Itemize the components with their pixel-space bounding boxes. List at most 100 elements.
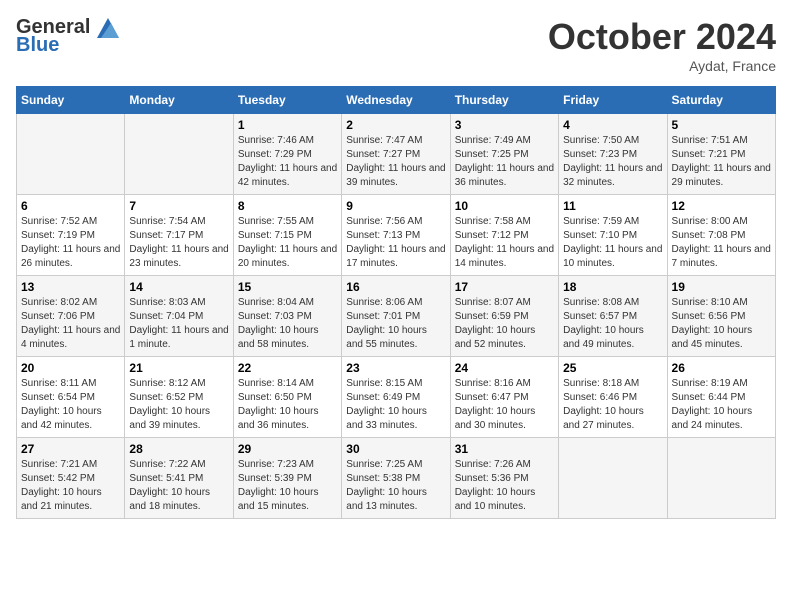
day-number: 15: [238, 280, 337, 294]
calendar-day-cell: 23 Sunrise: 8:15 AMSunset: 6:49 PMDayligh…: [342, 357, 450, 438]
day-number: 17: [455, 280, 554, 294]
calendar-day-cell: 26 Sunrise: 8:19 AMSunset: 6:44 PMDayligh…: [667, 357, 775, 438]
day-number: 2: [346, 118, 445, 132]
day-info: Sunrise: 8:04 AMSunset: 7:03 PMDaylight:…: [238, 296, 337, 352]
calendar-day-cell: 29Sunrise: 7:23 AMSunset: 5:39 PMDayligh…: [233, 438, 341, 519]
day-number: 1: [238, 118, 337, 132]
day-number: 7: [129, 199, 228, 213]
day-number: 18: [563, 280, 662, 294]
day-info: Sunrise: 8:15 AMSunset: 6:49 PMDaylight:…: [346, 377, 445, 433]
calendar-day-cell: 21Sunrise: 8:12 AMSunset: 6:52 PMDayligh…: [125, 357, 233, 438]
day-info: Sunrise: 7:58 AMSunset: 7:12 PMDaylight:…: [455, 215, 554, 271]
calendar-day-cell: 28Sunrise: 7:22 AMSunset: 5:41 PMDayligh…: [125, 438, 233, 519]
day-info: Sunrise: 8:02 AMSunset: 7:06 PMDaylight:…: [21, 296, 120, 352]
day-number: 21: [129, 361, 228, 375]
day-number: 20: [21, 361, 120, 375]
day-number: 19: [672, 280, 771, 294]
day-number: 31: [455, 442, 554, 456]
day-of-week-header: Monday: [125, 87, 233, 114]
calendar-day-cell: 7Sunrise: 7:54 AMSunset: 7:17 PMDaylight…: [125, 195, 233, 276]
day-of-week-header: Sunday: [17, 87, 125, 114]
day-number: 23: [346, 361, 445, 375]
day-of-week-header: Saturday: [667, 87, 775, 114]
calendar-day-cell: 3Sunrise: 7:49 AMSunset: 7:25 PMDaylight…: [450, 114, 558, 195]
day-number: 10: [455, 199, 554, 213]
calendar-day-cell: 17 Sunrise: 8:07 AMSunset: 6:59 PMDayligh…: [450, 276, 558, 357]
calendar-day-cell: 1 Sunrise: 7:46 AMSunset: 7:29 PMDaylight…: [233, 114, 341, 195]
calendar-day-cell: 12Sunrise: 8:00 AMSunset: 7:08 PMDayligh…: [667, 195, 775, 276]
calendar-day-cell: 11Sunrise: 7:59 AMSunset: 7:10 PMDayligh…: [559, 195, 667, 276]
calendar-day-cell: [559, 438, 667, 519]
calendar-week-row: 6 Sunrise: 7:52 AMSunset: 7:19 PMDaylight…: [17, 195, 776, 276]
day-info: Sunrise: 7:51 AMSunset: 7:21 PMDaylight:…: [672, 134, 771, 190]
day-number: 14: [129, 280, 228, 294]
day-of-week-header: Wednesday: [342, 87, 450, 114]
title-area: October 2024 Aydat, France: [548, 16, 776, 74]
calendar-day-cell: 27 Sunrise: 7:21 AMSunset: 5:42 PMDayligh…: [17, 438, 125, 519]
day-info: Sunrise: 7:21 AMSunset: 5:42 PMDaylight:…: [21, 458, 120, 514]
calendar-day-cell: 15 Sunrise: 8:04 AMSunset: 7:03 PMDayligh…: [233, 276, 341, 357]
calendar-day-cell: 4 Sunrise: 7:50 AMSunset: 7:23 PMDaylight…: [559, 114, 667, 195]
calendar-day-cell: 25 Sunrise: 8:18 AMSunset: 6:46 PMDayligh…: [559, 357, 667, 438]
logo: General Blue: [16, 16, 119, 57]
day-info: Sunrise: 8:03 AMSunset: 7:04 PMDaylight:…: [129, 296, 228, 352]
calendar-day-cell: 24Sunrise: 8:16 AMSunset: 6:47 PMDayligh…: [450, 357, 558, 438]
calendar-day-cell: 9 Sunrise: 7:56 AMSunset: 7:13 PMDaylight…: [342, 195, 450, 276]
calendar-day-cell: 22 Sunrise: 8:14 AMSunset: 6:50 PMDayligh…: [233, 357, 341, 438]
day-of-week-header: Friday: [559, 87, 667, 114]
day-info: Sunrise: 8:19 AMSunset: 6:44 PMDaylight:…: [672, 377, 771, 433]
calendar-day-cell: 31 Sunrise: 7:26 AMSunset: 5:36 PMDayligh…: [450, 438, 558, 519]
calendar-day-cell: 19Sunrise: 8:10 AMSunset: 6:56 PMDayligh…: [667, 276, 775, 357]
day-info: Sunrise: 8:08 AMSunset: 6:57 PMDaylight:…: [563, 296, 662, 352]
calendar-day-cell: 16 Sunrise: 8:06 AMSunset: 7:01 PMDayligh…: [342, 276, 450, 357]
calendar-day-cell: 6 Sunrise: 7:52 AMSunset: 7:19 PMDaylight…: [17, 195, 125, 276]
day-number: 22: [238, 361, 337, 375]
calendar-header-row: SundayMondayTuesdayWednesdayThursdayFrid…: [17, 87, 776, 114]
calendar-week-row: 1 Sunrise: 7:46 AMSunset: 7:29 PMDaylight…: [17, 114, 776, 195]
day-info: Sunrise: 7:46 AMSunset: 7:29 PMDaylight:…: [238, 134, 337, 190]
day-number: 16: [346, 280, 445, 294]
day-info: Sunrise: 7:55 AMSunset: 7:15 PMDaylight:…: [238, 215, 337, 271]
calendar-day-cell: 30Sunrise: 7:25 AMSunset: 5:38 PMDayligh…: [342, 438, 450, 519]
day-info: Sunrise: 7:56 AMSunset: 7:13 PMDaylight:…: [346, 215, 445, 271]
day-info: Sunrise: 8:14 AMSunset: 6:50 PMDaylight:…: [238, 377, 337, 433]
calendar-day-cell: 2 Sunrise: 7:47 AMSunset: 7:27 PMDaylight…: [342, 114, 450, 195]
calendar-day-cell: 5 Sunrise: 7:51 AMSunset: 7:21 PMDaylight…: [667, 114, 775, 195]
day-number: 24: [455, 361, 554, 375]
calendar-day-cell: 14 Sunrise: 8:03 AMSunset: 7:04 PMDayligh…: [125, 276, 233, 357]
day-number: 5: [672, 118, 771, 132]
calendar-day-cell: [125, 114, 233, 195]
day-number: 26: [672, 361, 771, 375]
day-number: 4: [563, 118, 662, 132]
day-info: Sunrise: 8:06 AMSunset: 7:01 PMDaylight:…: [346, 296, 445, 352]
logo-icon: [97, 18, 119, 38]
day-number: 27: [21, 442, 120, 456]
day-info: Sunrise: 8:11 AMSunset: 6:54 PMDaylight:…: [21, 377, 120, 433]
location: Aydat, France: [548, 58, 776, 74]
day-number: 25: [563, 361, 662, 375]
day-info: Sunrise: 7:26 AMSunset: 5:36 PMDaylight:…: [455, 458, 554, 514]
day-number: 8: [238, 199, 337, 213]
calendar-body: 1 Sunrise: 7:46 AMSunset: 7:29 PMDaylight…: [17, 114, 776, 519]
day-info: Sunrise: 8:18 AMSunset: 6:46 PMDaylight:…: [563, 377, 662, 433]
day-info: Sunrise: 7:50 AMSunset: 7:23 PMDaylight:…: [563, 134, 662, 190]
calendar-week-row: 20 Sunrise: 8:11 AMSunset: 6:54 PMDayligh…: [17, 357, 776, 438]
day-number: 9: [346, 199, 445, 213]
calendar-day-cell: 8 Sunrise: 7:55 AMSunset: 7:15 PMDaylight…: [233, 195, 341, 276]
day-number: 6: [21, 199, 120, 213]
calendar-week-row: 27 Sunrise: 7:21 AMSunset: 5:42 PMDayligh…: [17, 438, 776, 519]
month-title: October 2024: [548, 16, 776, 58]
day-info: Sunrise: 7:52 AMSunset: 7:19 PMDaylight:…: [21, 215, 120, 271]
calendar-table: SundayMondayTuesdayWednesdayThursdayFrid…: [16, 86, 776, 519]
calendar-week-row: 13Sunrise: 8:02 AMSunset: 7:06 PMDayligh…: [17, 276, 776, 357]
day-info: Sunrise: 7:49 AMSunset: 7:25 PMDaylight:…: [455, 134, 554, 190]
day-info: Sunrise: 8:00 AMSunset: 7:08 PMDaylight:…: [672, 215, 771, 271]
calendar-day-cell: [17, 114, 125, 195]
day-info: Sunrise: 7:47 AMSunset: 7:27 PMDaylight:…: [346, 134, 445, 190]
day-number: 30: [346, 442, 445, 456]
day-info: Sunrise: 8:07 AMSunset: 6:59 PMDaylight:…: [455, 296, 554, 352]
day-of-week-header: Tuesday: [233, 87, 341, 114]
calendar-day-cell: [667, 438, 775, 519]
day-number: 29: [238, 442, 337, 456]
calendar-day-cell: 13Sunrise: 8:02 AMSunset: 7:06 PMDayligh…: [17, 276, 125, 357]
